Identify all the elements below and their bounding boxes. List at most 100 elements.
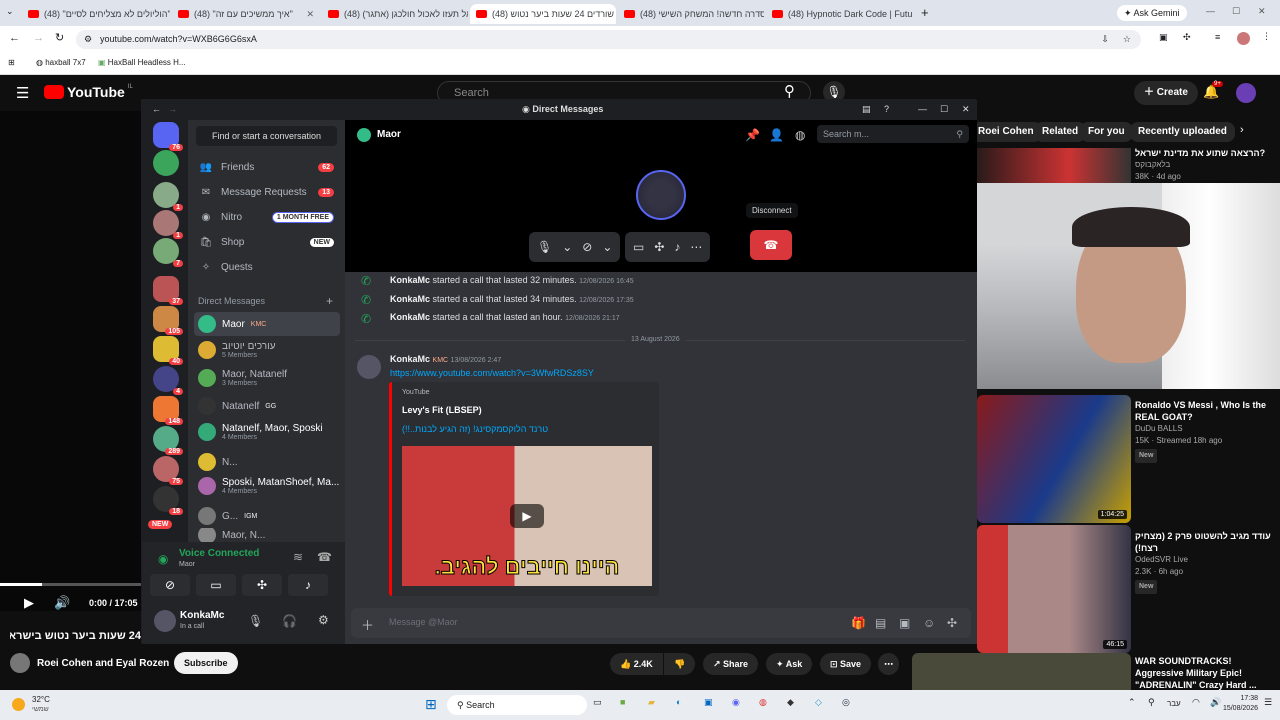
my-username[interactable]: KonkaMc: [180, 610, 224, 621]
file-explorer-icon[interactable]: ▰: [648, 697, 655, 708]
author[interactable]: KonkaMc: [390, 294, 430, 304]
bookmark-star-icon[interactable]: ☆: [1123, 30, 1131, 49]
disconnect-phone-icon[interactable]: ☎: [317, 550, 332, 564]
browser-tab-active[interactable]: (48) שורדים 24 שעות ביער נטוש✕: [470, 4, 616, 24]
browser-tab[interactable]: (48) "הוליולים לא מצליחים לסיים"✕: [22, 4, 170, 24]
play-button[interactable]: ▶: [510, 504, 544, 528]
sticker-icon[interactable]: ▣: [899, 616, 910, 630]
extensions-puzzle-icon[interactable]: ✣: [1183, 32, 1191, 43]
message-search-input[interactable]: Search m... ⚲: [817, 125, 969, 143]
back-icon[interactable]: ←: [152, 104, 161, 114]
account-avatar[interactable]: [1236, 83, 1256, 103]
camera-button[interactable]: ⊘: [150, 574, 190, 596]
find-conversation-input[interactable]: Find or start a conversation: [196, 126, 337, 146]
chip-roei-cohen[interactable]: Roei Cohen: [970, 122, 1042, 142]
discord-taskbar-icon[interactable]: ◉: [732, 697, 740, 708]
server-icon[interactable]: 18: [153, 486, 183, 515]
nav-friends[interactable]: 👥 Friends 62: [194, 156, 340, 178]
attach-plus-icon[interactable]: ＋: [361, 615, 374, 634]
recommended-thumbnail[interactable]: [912, 653, 1131, 690]
dm-item[interactable]: G... IGM: [194, 504, 340, 528]
dm-item[interactable]: Sposki, MatanShoef, Ma... 4 Members: [194, 474, 340, 498]
bookmark-haxball[interactable]: ◍ haxball 7x7: [36, 58, 86, 67]
author[interactable]: KonkaMc: [390, 275, 430, 285]
recommended-thumbnail[interactable]: 1:04:25: [977, 395, 1131, 523]
voice-channel[interactable]: Maor: [179, 561, 195, 568]
server-icon[interactable]: 40: [153, 336, 183, 365]
dm-item[interactable]: N...: [194, 450, 340, 474]
notification-center-icon[interactable]: ☰: [1264, 697, 1272, 708]
steam-icon[interactable]: ◎: [842, 697, 850, 708]
maximize-icon[interactable]: ☐: [940, 104, 948, 115]
address-bar[interactable]: ⚙ youtube.com/watch?v=WXB6G6G6sxA ⇩ ☆: [76, 30, 1141, 49]
progress-bar[interactable]: [0, 583, 141, 586]
save-button[interactable]: ⊡ Save: [820, 653, 872, 675]
subscribe-button[interactable]: Subscribe: [174, 652, 238, 674]
server-icon[interactable]: 289: [153, 426, 183, 455]
embed-thumbnail[interactable]: היינו חייבים להגיב. ▶: [402, 446, 652, 586]
play-icon[interactable]: ▶: [24, 595, 34, 611]
new-tab-button[interactable]: +: [921, 5, 929, 20]
install-icon[interactable]: ⇩: [1101, 30, 1109, 49]
task-view-icon[interactable]: ▭: [593, 697, 602, 708]
share-button[interactable]: ↗ Share: [703, 653, 759, 675]
recommended-thumbnail[interactable]: 46:15: [977, 525, 1131, 653]
clock-date[interactable]: 15/08/2026: [1222, 705, 1258, 712]
browser-tab[interactable]: (48) Hypnotic Dark Code | Futu✕: [766, 4, 914, 24]
weather-temp[interactable]: 32°C: [32, 695, 50, 704]
user-profile-icon[interactable]: ◍: [795, 128, 805, 142]
chip-related[interactable]: Related: [1034, 122, 1087, 142]
call-actions[interactable]: ▭ ✣ ♪ ⋯: [625, 232, 711, 262]
teams-icon[interactable]: ■: [620, 697, 625, 707]
server-icon[interactable]: [153, 150, 179, 176]
recommended-item[interactable]: Ronaldo VS Messi , Who Is the REAL GOAT?…: [1135, 399, 1275, 463]
edge-icon[interactable]: ◐: [676, 697, 681, 707]
soundboard-button[interactable]: ♪: [288, 574, 328, 596]
my-avatar[interactable]: [154, 610, 176, 632]
bookmark-haxball-headless[interactable]: ▣ HaxBall Headless H...: [98, 58, 186, 67]
recommended-item[interactable]: WAR SOUNDTRACKS! Aggressive Military Epi…: [1135, 655, 1275, 691]
like-button[interactable]: 👍 2.4K: [610, 653, 663, 675]
clock-time[interactable]: 17:38: [1222, 695, 1258, 702]
channel-avatar[interactable]: [10, 653, 30, 673]
inbox-icon[interactable]: ▤: [862, 104, 871, 115]
recommended-thumbnail[interactable]: [977, 148, 1131, 184]
recommended-item[interactable]: הרצאה שתוע את מדינת ישראל? בלאקבוקס 38K · …: [1135, 147, 1275, 183]
message-composer[interactable]: ＋ Message @Maor 🎁 ▤ ▣ ☺ ✣: [351, 608, 971, 638]
message-link[interactable]: https://www.youtube.com/watch?v=3WfwRDSz…: [390, 368, 594, 378]
server-icon[interactable]: 105: [153, 306, 183, 335]
menu-icon[interactable]: ☰: [16, 84, 29, 102]
emoji-icon[interactable]: ☺: [923, 616, 935, 630]
dm-item-maor[interactable]: Maor KMC: [194, 312, 340, 336]
add-friends-icon[interactable]: 👤: [769, 128, 784, 142]
server-icon[interactable]: 1: [153, 182, 183, 211]
recommended-item[interactable]: עודד מגיב להשטוט פרק 2 (מצחיק רצח!) OdedS…: [1135, 530, 1275, 594]
nav-nitro[interactable]: ◉ Nitro 1 MONTH FREE: [194, 206, 340, 228]
forward-icon[interactable]: →: [168, 104, 177, 114]
browser-tab[interactable]: (48) סדרה חדשה! המשחק השישי✕: [618, 4, 764, 24]
server-icon[interactable]: 4: [153, 366, 183, 395]
browser-tab[interactable]: (48) אל תעזו לאכול חולכגן (אתגר)✕: [322, 4, 468, 24]
dm-item[interactable]: Natanelf GG: [194, 394, 340, 418]
search-icon[interactable]: ⚲: [784, 82, 795, 100]
dm-item[interactable]: Maor, N...: [194, 528, 340, 542]
dm-item[interactable]: עורכים יוטיוב 5 Members: [194, 338, 340, 362]
nav-message-requests[interactable]: ✉ Message Requests 13: [194, 181, 340, 203]
extension-icon[interactable]: ▣: [1159, 32, 1168, 43]
help-icon[interactable]: ?: [884, 104, 889, 114]
volume-icon[interactable]: 🔊: [54, 595, 70, 611]
wifi-icon[interactable]: ◠: [1192, 697, 1200, 708]
tab-menu-icon[interactable]: ≡: [1215, 32, 1220, 42]
embed-author[interactable]: Levy's Fit (LBSEP): [402, 405, 482, 415]
mic-control[interactable]: 🎙 ⌄ ⊘ ⌄: [529, 232, 621, 262]
home-button[interactable]: 76: [153, 122, 183, 151]
disconnect-button[interactable]: ☎: [750, 230, 792, 260]
app-icon[interactable]: ◆: [787, 697, 794, 708]
gif-icon[interactable]: ▤: [875, 616, 886, 630]
maximize-icon[interactable]: ☐: [1232, 6, 1240, 17]
app-icon[interactable]: ◇: [815, 697, 822, 708]
ask-gemini-button[interactable]: ✦ Ask Gemini: [1117, 5, 1187, 21]
tab-search-icon[interactable]: ⌄: [6, 6, 14, 17]
location-icon[interactable]: ⚲: [1148, 697, 1155, 708]
embed-title[interactable]: טרנד הלוקסמקסינג! (זה הגיע לבנות..!!): [402, 424, 548, 434]
